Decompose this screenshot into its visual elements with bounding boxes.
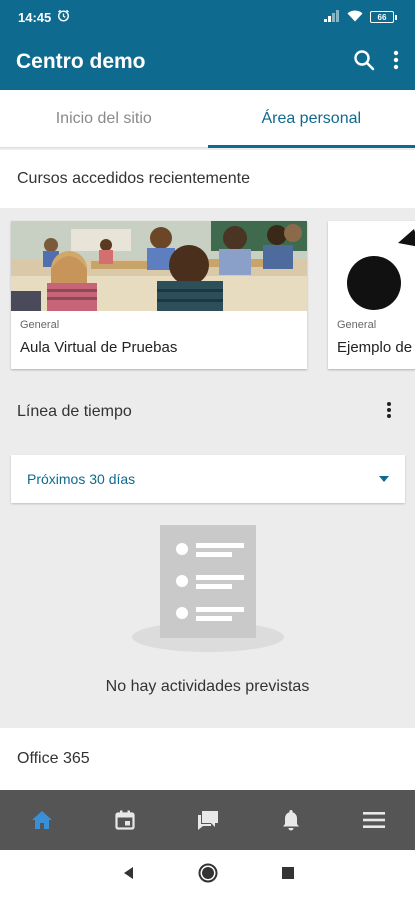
home-button-icon[interactable] bbox=[197, 862, 219, 889]
home-icon[interactable] bbox=[22, 800, 62, 840]
tab-dashboard[interactable]: Área personal bbox=[207, 90, 415, 148]
course-image bbox=[11, 221, 307, 311]
course-card[interactable]: General Aula Virtual de Pruebas bbox=[11, 221, 307, 369]
course-category: General bbox=[20, 319, 60, 331]
empty-list-icon bbox=[132, 525, 284, 652]
recent-courses-heading: Cursos accedidos recientemente bbox=[0, 150, 415, 208]
wifi-icon bbox=[347, 10, 363, 25]
course-card[interactable]: General Ejemplo de bbox=[328, 221, 415, 369]
calendar-icon[interactable] bbox=[105, 800, 145, 840]
system-navigation bbox=[0, 850, 415, 900]
app-bar: Centro demo bbox=[0, 34, 415, 90]
course-category: General bbox=[337, 319, 377, 331]
search-icon[interactable] bbox=[353, 49, 375, 76]
empty-state-message: No hay actividades previstas bbox=[105, 678, 310, 695]
course-name: Aula Virtual de Pruebas bbox=[20, 339, 178, 356]
timeline-filter-select[interactable]: Próximos 30 días bbox=[11, 455, 405, 503]
recents-icon[interactable] bbox=[281, 866, 295, 885]
status-time: 14:45 bbox=[18, 9, 52, 25]
alarm-icon bbox=[57, 9, 70, 25]
battery-level: 66 bbox=[370, 11, 394, 23]
more-options-icon[interactable] bbox=[393, 50, 399, 75]
timeline-header: Línea de tiempo bbox=[0, 382, 415, 442]
timeline-options-icon[interactable] bbox=[386, 401, 392, 424]
office-365-heading: Office 365 bbox=[0, 728, 415, 790]
signal-icon bbox=[324, 9, 340, 25]
battery-icon: 66 bbox=[370, 11, 397, 23]
bell-icon[interactable] bbox=[271, 800, 311, 840]
course-name: Ejemplo de bbox=[337, 339, 413, 356]
timeline-heading: Línea de tiempo bbox=[17, 403, 132, 420]
back-icon[interactable] bbox=[121, 865, 135, 886]
status-bar: 14:45 66 bbox=[0, 0, 415, 34]
chevron-down-icon bbox=[379, 476, 389, 482]
bottom-navigation bbox=[0, 790, 415, 850]
recent-courses-carousel[interactable]: General Aula Virtual de Pruebas General … bbox=[0, 209, 415, 379]
tab-site-home[interactable]: Inicio del sitio bbox=[0, 90, 208, 147]
course-image bbox=[328, 221, 415, 311]
app-title: Centro demo bbox=[16, 50, 146, 73]
messages-icon[interactable] bbox=[188, 800, 228, 840]
timeline-empty-state: No hay actividades previstas bbox=[0, 510, 415, 726]
tab-bar: Inicio del sitio Área personal bbox=[0, 90, 415, 148]
timeline-filter-value: Próximos 30 días bbox=[27, 471, 136, 487]
menu-icon[interactable] bbox=[354, 800, 394, 840]
